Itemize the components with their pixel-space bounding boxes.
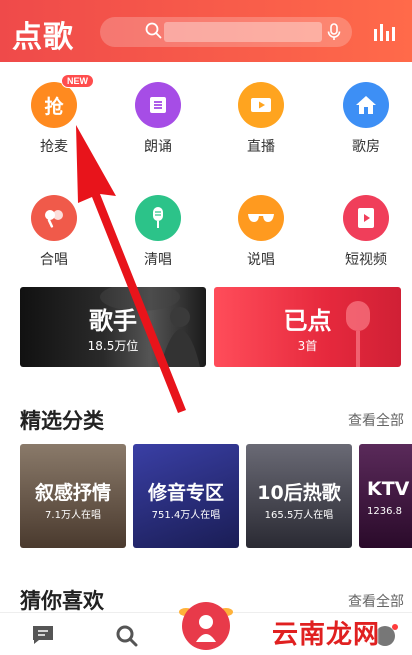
category-title: KTV	[367, 478, 410, 500]
recite-icon	[135, 82, 181, 128]
microphone-icon[interactable]	[324, 22, 344, 42]
grid-label: 短视频	[345, 252, 387, 268]
grid-label: 合唱	[40, 252, 68, 268]
message-icon[interactable]	[30, 623, 56, 647]
search-icon[interactable]	[114, 623, 140, 647]
singer-banner[interactable]: 歌手 18.5万位	[20, 287, 206, 367]
search-icon	[145, 22, 162, 39]
category-title: 修音专区	[147, 482, 224, 504]
short-video-icon	[343, 195, 389, 241]
grid-label: 歌房	[352, 139, 380, 155]
featured-section-title: 精选分类	[20, 409, 104, 433]
page-title: 点歌	[12, 20, 74, 55]
grid-item-chorus[interactable]: 合唱	[19, 195, 89, 269]
category-card[interactable]: KTV 1236.8	[359, 444, 412, 548]
featured-view-all-link[interactable]: 查看全部	[348, 410, 404, 430]
grid-label: 清唱	[144, 252, 172, 268]
category-subtitle: 1236.8	[367, 506, 402, 517]
category-subtitle: 751.4万人在唱	[151, 510, 221, 521]
grid-item-grab-mic[interactable]: 抢 NEW 抢麦	[19, 74, 94, 156]
grid-label: 抢麦	[40, 139, 68, 155]
ordered-banner-subtitle: 3首	[297, 339, 318, 353]
category-subtitle: 165.5万人在唱	[264, 510, 334, 521]
category-card[interactable]: 修音专区 751.4万人在唱	[133, 444, 239, 548]
grid-item-short-video[interactable]: 短视频	[331, 195, 401, 269]
grid-item-rap[interactable]: 说唱	[226, 195, 296, 269]
grid-item-acapella[interactable]: 清唱	[123, 195, 193, 269]
ordered-banner-title: 已点	[283, 307, 332, 335]
guess-section-title: 猜你喜欢	[20, 589, 104, 613]
category-title: 叙感抒情	[34, 482, 111, 504]
header-bar: 点歌	[0, 0, 412, 62]
grid-item-live[interactable]: 直播	[226, 82, 296, 156]
grid-label: 朗诵	[144, 139, 172, 155]
new-badge: NEW	[61, 74, 94, 88]
rap-icon	[238, 195, 284, 241]
category-subtitle: 7.1万人在唱	[45, 510, 101, 521]
chorus-icon	[31, 195, 77, 241]
category-card[interactable]: 叙感抒情 7.1万人在唱	[20, 444, 126, 548]
watermark-text: 云南龙网	[272, 620, 381, 650]
grab-mic-icon: 抢 NEW	[31, 74, 94, 128]
category-card[interactable]: 10后热歌 165.5万人在唱	[246, 444, 352, 548]
song-room-icon	[343, 82, 389, 128]
ordered-banner[interactable]: 已点 3首	[214, 287, 401, 367]
singer-banner-title: 歌手	[89, 307, 137, 335]
category-title: 10后热歌	[257, 482, 341, 504]
grab-mic-glyph: 抢	[44, 95, 64, 118]
guess-view-all-link[interactable]: 查看全部	[348, 591, 404, 611]
ranking-icon[interactable]	[372, 20, 396, 44]
sing-button[interactable]	[174, 596, 238, 652]
grid-item-recite[interactable]: 朗诵	[123, 82, 193, 156]
singer-banner-subtitle: 18.5万位	[87, 339, 139, 353]
live-icon	[238, 82, 284, 128]
acapella-icon	[135, 195, 181, 241]
grid-label: 说唱	[247, 252, 275, 268]
search-input[interactable]	[164, 22, 322, 42]
grid-label: 直播	[247, 139, 275, 155]
grid-item-song-room[interactable]: 歌房	[331, 82, 401, 156]
search-bar[interactable]	[100, 17, 352, 47]
